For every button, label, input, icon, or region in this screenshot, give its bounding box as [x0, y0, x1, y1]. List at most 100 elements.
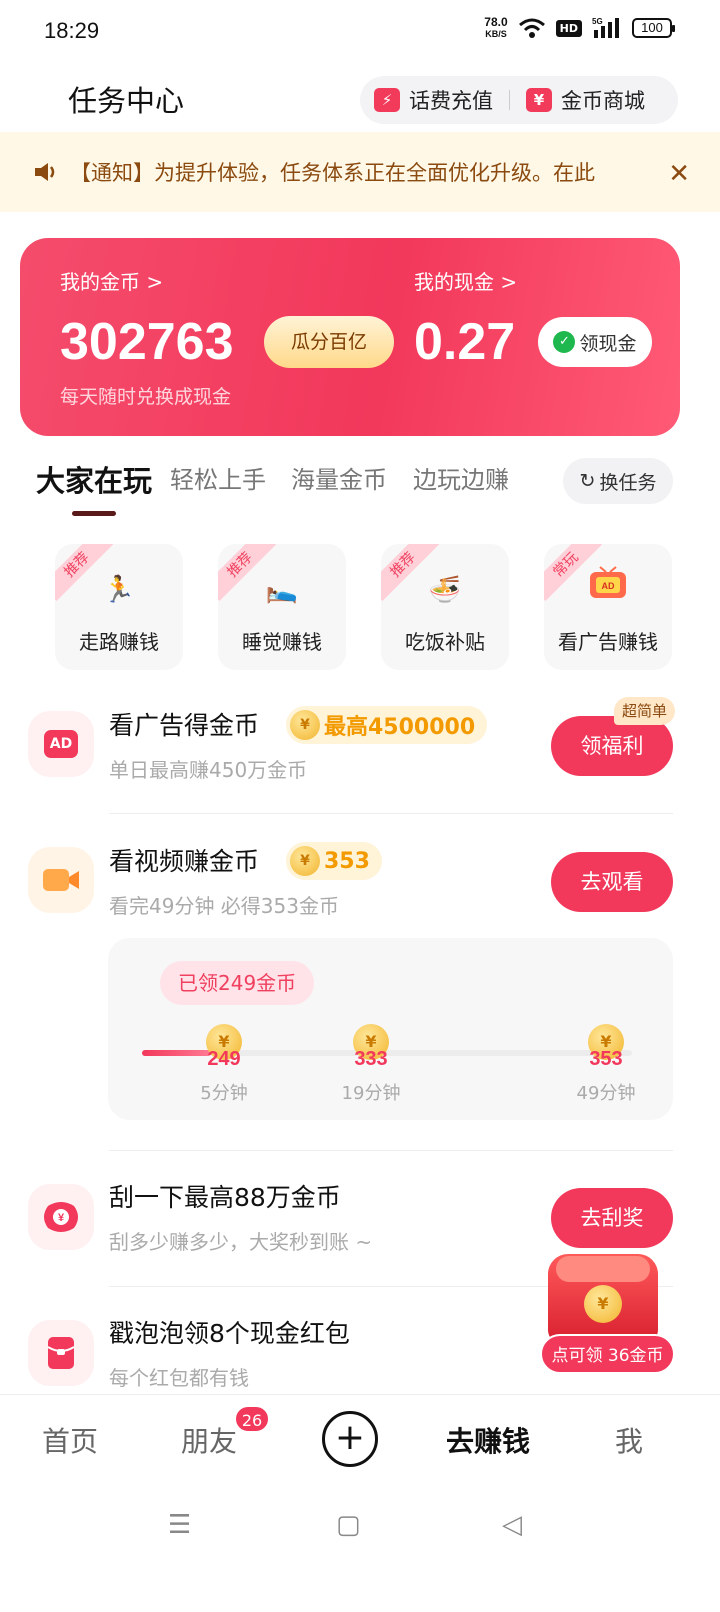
- wifi-icon: [518, 18, 545, 38]
- scratch-task-icon-bg: ¥: [28, 1184, 94, 1250]
- battery-icon: 100: [632, 18, 675, 38]
- game-label: 走路赚钱: [79, 630, 159, 654]
- header-actions: ⚡ 话费充值 ¥ 金币商城: [360, 76, 678, 124]
- back-icon[interactable]: ◁: [502, 1510, 522, 1540]
- tab-coins[interactable]: 海量金币: [291, 460, 387, 495]
- ad-icon: AD: [44, 730, 78, 758]
- bubble-task-icon-bg: [28, 1320, 94, 1386]
- coins-value: 302763: [60, 313, 234, 371]
- cash-value: 0.27: [414, 313, 516, 371]
- watch-video-button[interactable]: 去观看: [551, 852, 673, 912]
- video-task-sub: 看完49分钟 必得353金币: [109, 894, 339, 918]
- split-bonus-button[interactable]: 瓜分百亿: [264, 316, 394, 368]
- coin-mall-button[interactable]: ¥ 金币商城: [526, 85, 645, 115]
- divider: [109, 813, 673, 814]
- status-time: 18:29: [44, 18, 100, 43]
- game-label: 睡觉赚钱: [242, 630, 322, 654]
- yen-ticket-icon: ¥: [526, 88, 552, 112]
- running-man-icon: 🏃: [102, 575, 136, 605]
- withdraw-label: 领现金: [579, 332, 637, 355]
- my-cash-link[interactable]: 我的现金 >: [414, 266, 517, 295]
- speaker-icon: [35, 163, 55, 181]
- video-coin-value: 353: [324, 848, 370, 874]
- nav-home[interactable]: 首页: [42, 1420, 98, 1460]
- game-card-meal[interactable]: 推荐 🍜 吃饭补贴: [381, 544, 509, 670]
- create-button[interactable]: +: [322, 1411, 378, 1467]
- my-coins-link[interactable]: 我的金币 >: [60, 266, 163, 295]
- coin-icon: ¥: [290, 846, 320, 876]
- milestone-node: ¥ 249 5分钟: [194, 1024, 254, 1105]
- recharge-button[interactable]: ⚡ 话费充值: [374, 85, 493, 115]
- sleeping-icon: 🛌: [265, 575, 299, 605]
- divider: [109, 1150, 673, 1151]
- bubble-task-title: 戳泡泡领8个现金红包: [109, 1319, 350, 1348]
- pill-divider: [509, 90, 510, 110]
- wechat-check-icon: ✓: [553, 331, 576, 353]
- milestone-time: 5分钟: [200, 1083, 248, 1104]
- svg-text:AD: AD: [602, 581, 615, 591]
- scratch-task-sub: 刮多少赚多少，大奖秒到账 ~: [109, 1230, 373, 1254]
- claim-chest-button[interactable]: 点可领 36金币: [540, 1334, 675, 1374]
- game-label: 看广告赚钱: [558, 630, 658, 654]
- scratch-task-title: 刮一下最高88万金币: [109, 1183, 341, 1212]
- milestone-time: 49分钟: [576, 1083, 636, 1104]
- tab-popular[interactable]: 大家在玩: [36, 458, 152, 500]
- net-speed-unit: KB/S: [485, 29, 507, 39]
- nav-earn[interactable]: 去赚钱: [446, 1420, 530, 1460]
- video-camera-icon: [43, 869, 79, 891]
- withdraw-cash-button[interactable]: ✓ 领现金: [538, 317, 652, 367]
- signal-icon: 5G: [592, 17, 619, 38]
- tab-easy[interactable]: 轻松上手: [170, 460, 266, 495]
- svg-text:¥: ¥: [58, 1212, 65, 1224]
- milestone-node: ¥ 333 19分钟: [341, 1024, 401, 1105]
- game-card-walk[interactable]: 推荐 🏃 走路赚钱: [55, 544, 183, 670]
- notice-bar[interactable]: 【通知】为提升体验，任务体系正在全面优化升级。在此: [0, 132, 720, 212]
- game-label: 吃饭补贴: [405, 630, 485, 654]
- noodle-bowl-icon: 🍜: [428, 575, 462, 605]
- video-task-icon-bg: [28, 847, 94, 913]
- tab-indicator: [72, 511, 116, 516]
- coin-icon: ¥: [584, 1285, 622, 1323]
- friends-badge: 26: [234, 1405, 270, 1433]
- chest-lid: [556, 1256, 650, 1282]
- status-icons: 78.0 KB/S HD 5G 100: [484, 16, 675, 40]
- hd-icon: HD: [555, 19, 582, 37]
- nav-friends[interactable]: 朋友: [181, 1420, 237, 1460]
- milestone-value: 249: [207, 1048, 241, 1070]
- ad-task-sub: 单日最高赚450万金币: [109, 758, 308, 782]
- claim-welfare-button[interactable]: 领福利: [551, 716, 673, 776]
- ad-coin-value: 最高4500000: [324, 715, 476, 740]
- milestone-value: 333: [354, 1048, 388, 1070]
- scratch-button[interactable]: 去刮奖: [551, 1188, 673, 1248]
- net-speed: 78.0 KB/S: [484, 16, 507, 40]
- coin-mall-label: 金币商城: [561, 89, 645, 113]
- my-coins-label: 我的金币 >: [60, 270, 164, 294]
- video-task-title: 看视频赚金币: [109, 847, 260, 876]
- refresh-label: 换任务: [599, 471, 657, 494]
- refresh-icon: ↻: [579, 470, 596, 492]
- menu-icon[interactable]: ☰: [168, 1510, 191, 1540]
- milestone-node: ¥ 353 49分钟: [576, 1024, 636, 1105]
- notice-text: 【通知】为提升体验，任务体系正在全面优化升级。在此: [70, 161, 595, 185]
- lightning-icon: ⚡: [374, 88, 400, 112]
- recharge-label: 话费充值: [409, 89, 493, 113]
- received-coins-tip: 已领249金币: [160, 961, 315, 1005]
- tab-play-earn[interactable]: 边玩边赚: [413, 460, 509, 495]
- game-card-sleep[interactable]: 推荐 🛌 睡觉赚钱: [218, 544, 346, 670]
- easy-tag: 超简单: [614, 697, 676, 725]
- tv-ad-icon: AD: [584, 566, 632, 614]
- game-card-ads[interactable]: 常玩 AD 看广告赚钱: [544, 544, 672, 670]
- refresh-tasks-button[interactable]: ↻ 换任务: [563, 458, 673, 504]
- ad-coin-badge: ¥ 最高4500000: [286, 706, 488, 744]
- page-title: 任务中心: [68, 84, 185, 118]
- coin-icon: ¥: [290, 710, 320, 740]
- red-envelope-icon: [47, 1337, 75, 1369]
- bubble-task-sub: 每个红包都有钱: [109, 1366, 249, 1390]
- net-speed-value: 78.0: [484, 15, 508, 29]
- nav-me[interactable]: 我: [615, 1420, 643, 1460]
- close-icon[interactable]: ✕: [668, 159, 690, 189]
- ad-task-icon-bg: AD: [28, 711, 94, 777]
- svg-text:5G: 5G: [592, 17, 603, 26]
- home-square-icon[interactable]: ▢: [336, 1510, 361, 1540]
- ad-task-title: 看广告得金币: [109, 711, 260, 740]
